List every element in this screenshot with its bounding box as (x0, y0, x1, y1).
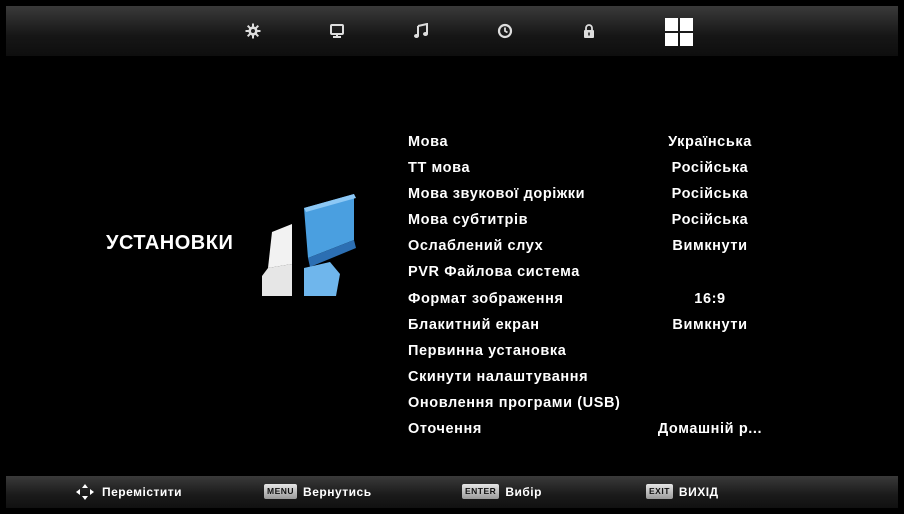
menu-item-label: Оновлення програми (USB) (408, 394, 621, 411)
hint-exit: EXIT ВИХІД (646, 484, 719, 499)
menu-item-value: Російська (671, 212, 749, 229)
menu-item-value: Домашній р... (657, 421, 763, 438)
menu-item-label: Формат зображення (408, 290, 564, 307)
menu-category-bar (6, 6, 898, 56)
tab-setup[interactable] (663, 16, 695, 48)
hint-exit-label: ВИХІД (678, 484, 719, 499)
menu-item-value: Вимкнути (672, 316, 748, 333)
menu-item-label: Скинути налаштування (408, 368, 589, 385)
menu-item-software-update-usb[interactable]: Оновлення програми (USB) (408, 391, 778, 417)
menu-item-value: Російська (671, 160, 749, 177)
menu-item-first-time-setup[interactable]: Первинна установка (408, 339, 778, 365)
menu-item-environment[interactable]: Оточення Домашній р... (408, 417, 778, 443)
menu-item-blue-screen[interactable]: Блакитний екран Вимкнути (408, 313, 778, 339)
menu-item-label: Ослаблений слух (408, 238, 544, 255)
tv-menu-screen: УСТАНОВКИ Мова Українська ТТ мова Російс… (6, 6, 898, 508)
menu-item-aspect-ratio[interactable]: Формат зображення 16:9 (408, 287, 778, 313)
exit-key-icon: EXIT (646, 484, 673, 499)
menu-item-subtitle-language[interactable]: Мова субтитрів Російська (408, 208, 778, 234)
menu-key-icon: MENU (264, 484, 298, 499)
hint-select-label: Вибір (505, 484, 542, 499)
hint-move-label: Перемістити (102, 485, 183, 499)
clock-icon (497, 23, 513, 39)
tab-picture[interactable] (324, 18, 350, 44)
menu-item-teletext-language[interactable]: ТТ мова Російська (408, 156, 778, 182)
menu-item-value: 16:9 (694, 290, 726, 307)
hint-back: MENU Вернутись (264, 484, 372, 499)
settings-menu-list: Мова Українська ТТ мова Російська Мова з… (408, 130, 778, 443)
hint-move: Перемістити (76, 484, 182, 500)
lock-icon (584, 24, 594, 38)
hint-select: ENTER Вибір (462, 484, 542, 499)
menu-item-label: Мова звукової доріжки (408, 186, 586, 203)
menu-item-value: Вимкнути (672, 238, 748, 255)
menu-item-label: Мова субтитрів (408, 212, 529, 229)
tab-sound[interactable] (408, 18, 434, 44)
arrows-icon (76, 484, 94, 500)
menu-item-reset-settings[interactable]: Скинути налаштування (408, 365, 778, 391)
hint-back-label: Вернутись (303, 484, 372, 499)
menu-item-label: Блакитний екран (408, 316, 540, 333)
menu-item-value: Українська (668, 134, 752, 150)
menu-item-label: ТТ мова (408, 160, 471, 177)
section-title: УСТАНОВКИ (106, 232, 234, 254)
menu-item-hearing-impaired[interactable]: Ослаблений слух Вимкнути (408, 234, 778, 260)
menu-item-value: Російська (671, 186, 749, 203)
menu-item-label: PVR Файлова система (408, 264, 580, 281)
tab-time[interactable] (492, 18, 518, 44)
enter-key-icon: ENTER (462, 484, 500, 499)
menu-item-audio-language[interactable]: Мова звукової доріжки Російська (408, 182, 778, 208)
tab-settings-gear[interactable] (240, 18, 266, 44)
menu-item-pvr-file-system[interactable]: PVR Файлова система (408, 260, 778, 286)
menu-item-language[interactable]: Мова Українська (408, 130, 778, 156)
grid-icon (665, 18, 693, 46)
key-hints-bar: Перемістити MENU Вернутись ENTER Вибір E… (6, 476, 898, 508)
music-note-icon (414, 23, 428, 38)
tab-lock[interactable] (576, 18, 602, 44)
menu-item-label: Оточення (408, 421, 482, 438)
menu-item-label: Первинна установка (408, 342, 567, 359)
gear-icon (245, 23, 261, 39)
monitor-icon (330, 24, 344, 38)
menu-item-label: Мова (408, 134, 449, 150)
setup-cube-icon (262, 194, 356, 296)
